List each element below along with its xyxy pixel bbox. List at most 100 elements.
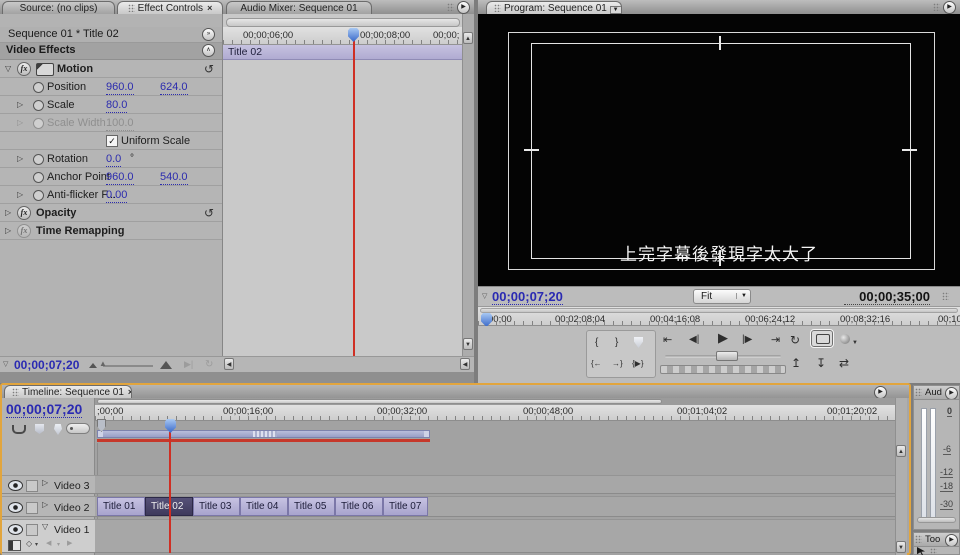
work-area-grip[interactable] [253, 431, 277, 437]
time-remapping-label[interactable]: Time Remapping [36, 222, 124, 240]
ec-zoom-slider-track[interactable] [103, 365, 153, 367]
shuttle-slider-thumb[interactable] [716, 351, 738, 361]
goto-next-edit-button[interactable]: ⇥ [771, 334, 780, 346]
tab-effect-controls[interactable]: Effect Controls× [117, 1, 223, 14]
jog-wheel[interactable] [660, 365, 786, 374]
toggle-track-output-icon[interactable] [8, 502, 23, 513]
ec-play-icon[interactable]: ▶| [184, 359, 193, 370]
video2-track-content[interactable]: Title 01 Title 02 Title 03 Title 04 Titl… [95, 496, 895, 517]
expand-triangle-icon[interactable]: ▷ [17, 150, 23, 168]
show-keyframes-icon[interactable]: » [202, 28, 215, 41]
step-forward-button[interactable]: |▶ [742, 334, 752, 346]
set-in-point-button[interactable]: { [595, 337, 598, 349]
ec-zoom-scrollbar[interactable] [226, 18, 460, 27]
zoom-out-icon[interactable] [89, 363, 97, 368]
panel-menu-button[interactable]: ▶ [933, 1, 956, 13]
keyframes-dropdown-icon[interactable]: ▾ [35, 541, 38, 548]
audio-hscrollbar[interactable] [917, 517, 956, 523]
program-ruler[interactable]: 00;00 00;02;08;04 00;04;16;08 00;06;24;1… [478, 306, 960, 326]
expand-track-icon[interactable]: ▷ [42, 500, 48, 509]
antiflicker-value[interactable]: 0.00 [106, 188, 127, 203]
scroll-up-icon[interactable]: ▲ [896, 445, 906, 457]
video3-track-content[interactable] [95, 475, 895, 494]
set-marker-button[interactable] [634, 337, 643, 348]
program-zoom-scrollbar[interactable] [480, 308, 958, 313]
toggle-animation-icon[interactable] [33, 190, 44, 201]
ec-vscrollbar[interactable]: ▲ ▼ [462, 14, 474, 356]
panel-menu-icon[interactable]: ▶ [945, 387, 958, 400]
expand-triangle-icon[interactable]: ▷ [17, 186, 23, 204]
extract-button[interactable]: ↧ [816, 357, 826, 369]
video1-track-content[interactable] [95, 519, 895, 553]
ec-ruler[interactable]: 00;00;06;00 00;00;08;00 00;00; [223, 27, 462, 45]
step-back-button[interactable]: ◀| [689, 334, 699, 346]
position-y-value[interactable]: 624.0 [160, 80, 188, 95]
expand-triangle-icon[interactable]: ▷ [5, 222, 11, 240]
uniform-scale-checkbox[interactable]: ✓ [106, 135, 118, 147]
timeline-zoom-thumb[interactable] [97, 399, 662, 404]
tab-timeline[interactable]: Timeline: Sequence 01× [4, 385, 132, 398]
anchor-y-value[interactable]: 540.0 [160, 170, 188, 185]
timeline-timecode[interactable]: 00;00;07;20 [6, 401, 82, 418]
toggle-animation-icon[interactable] [33, 154, 44, 165]
work-area-start-handle[interactable] [98, 431, 103, 437]
close-icon[interactable]: × [128, 387, 132, 397]
tab-program[interactable]: Program: Sequence 01 ▼× [486, 1, 622, 14]
output-button[interactable] [840, 334, 850, 344]
toggle-animation-icon[interactable] [33, 82, 44, 93]
tab-source[interactable]: Source: (no clips) [2, 1, 115, 14]
clip-title-04[interactable]: Title 04 [240, 497, 288, 516]
loop-button[interactable]: ↻ [790, 334, 800, 346]
audio-meters-tab[interactable]: Aud ▶ [914, 386, 959, 400]
clip-title-01[interactable]: Title 01 [97, 497, 145, 516]
set-out-point-button[interactable]: } [615, 337, 618, 349]
lift-button[interactable]: ↥ [791, 357, 801, 369]
close-icon[interactable]: × [207, 3, 212, 13]
play-in-to-out-button[interactable]: {▶} [632, 358, 644, 370]
expand-triangle-icon[interactable]: ▷ [5, 204, 11, 222]
timeline-vscrollbar[interactable]: ▲ ▼ [895, 398, 907, 555]
collapse-triangle-icon[interactable]: ▽ [5, 60, 11, 78]
work-area-end-handle[interactable] [424, 431, 429, 437]
scale-value[interactable]: 80.0 [106, 98, 127, 113]
track-lock-toggle[interactable] [26, 524, 38, 536]
work-area-bar[interactable] [97, 430, 430, 438]
panel-menu-button[interactable]: ▶ [447, 1, 470, 13]
show-keyframes-icon[interactable]: ◇ [26, 539, 32, 548]
track-lock-toggle[interactable] [26, 502, 38, 514]
clip-title-07[interactable]: Title 07 [383, 497, 428, 516]
monitor-select-dropdown-icon[interactable]: ▼ [610, 6, 622, 14]
clip-title-06[interactable]: Title 06 [335, 497, 383, 516]
output-dropdown-icon[interactable]: ▼ [852, 340, 858, 346]
fx-toggle-icon[interactable]: fx [17, 62, 31, 76]
clip-title-05[interactable]: Title 05 [288, 497, 335, 516]
trim-button[interactable]: ⇄ [839, 357, 849, 369]
rotation-value[interactable]: 0.0 [106, 152, 121, 167]
toggle-animation-icon[interactable] [33, 100, 44, 111]
timeline-ruler[interactable]: ;00;00 00;00;16;00 00;00;32;00 00;00;48;… [95, 405, 895, 421]
ec-zoom-slider-thumb[interactable]: ▲ [99, 359, 107, 368]
panel-menu-button[interactable]: ▶ [874, 386, 887, 398]
timeline-zoom-scrollbar[interactable] [95, 398, 895, 405]
tools-tab[interactable]: Too ▶ [914, 533, 959, 547]
toggle-track-output-icon[interactable] [8, 480, 23, 491]
reset-icon[interactable]: ↺ [204, 60, 214, 78]
opacity-label[interactable]: Opacity [36, 204, 76, 222]
fx-toggle-icon[interactable]: fx [17, 206, 31, 220]
snap-icon[interactable] [12, 425, 26, 434]
program-current-timecode[interactable]: 00;00;07;20 [492, 289, 563, 305]
selection-tool-icon[interactable] [917, 547, 925, 555]
toggle-track-output-icon[interactable] [8, 524, 23, 535]
ec-clip-bar[interactable]: Title 02 [223, 45, 462, 60]
goto-out-button[interactable]: →} [612, 358, 623, 370]
expand-triangle-icon[interactable]: ▷ [17, 96, 23, 114]
toggle-animation-icon[interactable] [33, 172, 44, 183]
program-duration-timecode[interactable]: 00;00;35;00 [844, 289, 930, 305]
panel-menu-icon[interactable]: ▶ [945, 534, 958, 547]
scroll-left-icon[interactable]: ◀ [460, 358, 470, 370]
clip-title-03[interactable]: Title 03 [193, 497, 240, 516]
scroll-down-icon[interactable]: ▼ [463, 338, 473, 350]
scroll-down-icon[interactable]: ▼ [896, 541, 906, 553]
zoom-in-icon[interactable] [160, 361, 172, 369]
fit-dropdown[interactable]: Fit ▼ [693, 289, 751, 304]
